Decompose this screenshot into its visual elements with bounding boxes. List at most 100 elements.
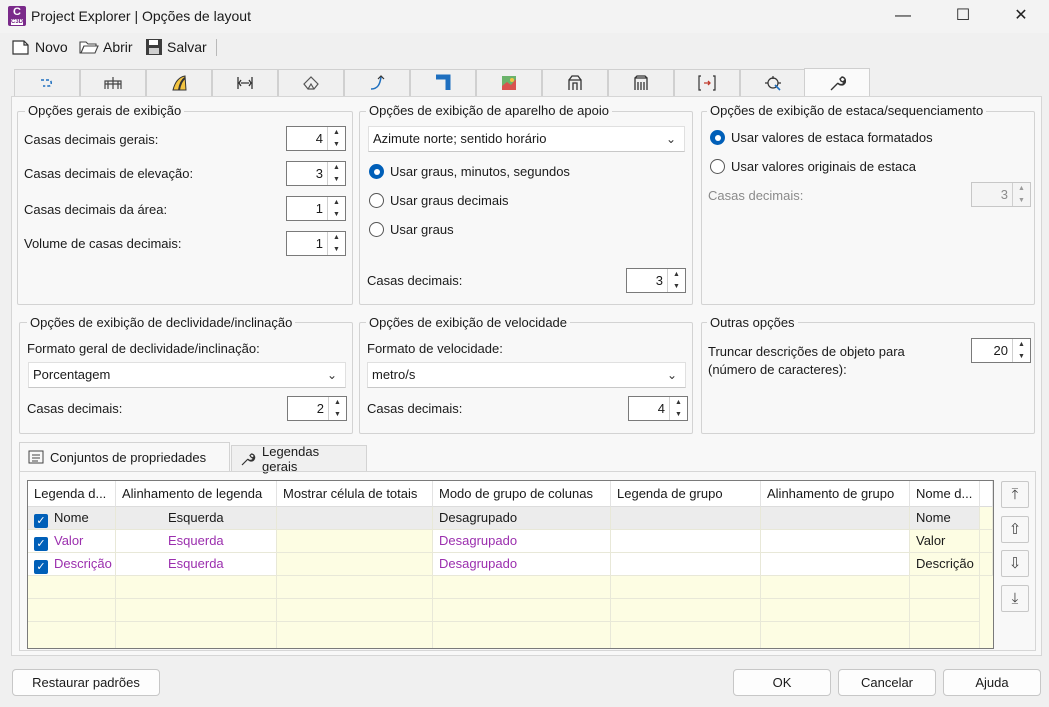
group-mode-cell[interactable]: Desagrupado (433, 530, 611, 553)
spin-up-icon[interactable]: ▲ (328, 197, 345, 209)
tab-structure-b[interactable] (608, 69, 674, 96)
group-alignment-cell[interactable] (761, 507, 910, 530)
radio-degrees[interactable]: Usar graus (369, 222, 454, 237)
column-header[interactable]: Legenda d... (28, 481, 116, 507)
minimize-button[interactable]: — (880, 0, 926, 33)
group-alignment-cell[interactable] (761, 530, 910, 553)
tab-road[interactable] (146, 69, 212, 96)
checkbox-checked-icon[interactable]: ✓ (34, 560, 48, 574)
tab-property-sets[interactable]: Conjuntos de propriedades (19, 442, 230, 471)
spinner-arrows[interactable]: ▲ ▼ (327, 197, 345, 220)
spin-up-icon[interactable]: ▲ (670, 397, 687, 409)
tab-curve[interactable] (344, 69, 410, 96)
alignment-cell[interactable]: Esquerda (116, 530, 277, 553)
truncate-spinner[interactable]: 20 ▲ ▼ (971, 338, 1031, 363)
spin-up-icon[interactable]: ▲ (668, 269, 685, 281)
radio-dms[interactable]: Usar graus, minutos, segundos (369, 164, 570, 179)
spin-up-icon[interactable]: ▲ (329, 397, 346, 409)
property-grid[interactable]: Legenda d... Alinhamento de legenda Most… (27, 480, 994, 649)
spinner-arrows[interactable]: ▲ ▼ (327, 232, 345, 255)
spinner-arrows[interactable]: ▲ ▼ (667, 269, 685, 292)
spinner-arrows[interactable]: ▲ ▼ (327, 162, 345, 185)
bearing-decimals-spinner[interactable]: 3 ▲ ▼ (626, 268, 686, 293)
checkbox-checked-icon[interactable]: ✓ (34, 537, 48, 551)
group-mode-cell[interactable]: Desagrupado (433, 553, 611, 576)
speed-format-dropdown[interactable]: metro/s ⌄ (367, 362, 686, 388)
tab-general-captions[interactable]: Legendas gerais (231, 444, 367, 474)
spin-up-icon[interactable]: ▲ (328, 232, 345, 244)
bearing-format-dropdown[interactable]: Azimute norte; sentido horário ⌄ (368, 126, 685, 152)
cancel-button[interactable]: Cancelar (838, 669, 936, 696)
area-decimals-spinner[interactable]: 1 ▲ ▼ (286, 196, 346, 221)
caption-cell[interactable]: ✓ Nome (28, 507, 116, 530)
spinner-arrows[interactable]: ▲ ▼ (669, 397, 687, 420)
column-header[interactable]: Mostrar célula de totais (277, 481, 433, 507)
new-button[interactable]: Novo (11, 37, 68, 57)
table-row[interactable]: ✓ Nome Esquerda Desagrupado Nome (28, 507, 993, 530)
spin-down-icon[interactable]: ▼ (328, 139, 345, 151)
column-header[interactable]: Nome d... (910, 481, 980, 507)
tab-structure-a[interactable] (542, 69, 608, 96)
radio-raw-station[interactable]: Usar valores originais de estaca (710, 159, 916, 174)
group-mode-cell[interactable]: Desagrupado (433, 507, 611, 530)
spin-up-icon[interactable]: ▲ (328, 127, 345, 139)
elevation-decimals-spinner[interactable]: 3 ▲ ▼ (286, 161, 346, 186)
general-decimals-spinner[interactable]: 4 ▲ ▼ (286, 126, 346, 151)
slope-format-dropdown[interactable]: Porcentagem ⌄ (28, 362, 346, 388)
table-row[interactable]: ✓ Valor Esquerda Desagrupado Valor (28, 530, 993, 553)
spin-down-icon[interactable]: ▼ (670, 409, 687, 421)
tab-general[interactable] (804, 68, 870, 97)
table-row[interactable]: ✓ Descrição Esquerda Desagrupado Descriçã… (28, 553, 993, 576)
caption-cell[interactable]: ✓ Valor (28, 530, 116, 553)
tab-surface[interactable] (278, 69, 344, 96)
spin-up-icon[interactable]: ▲ (328, 162, 345, 174)
save-button[interactable]: Salvar (145, 37, 207, 57)
speed-decimals-spinner[interactable]: 4 ▲ ▼ (628, 396, 688, 421)
totals-cell[interactable] (277, 553, 433, 576)
caption-cell[interactable]: ✓ Descrição (28, 553, 116, 576)
group-caption-cell[interactable] (611, 553, 761, 576)
spin-down-icon[interactable]: ▼ (668, 281, 685, 293)
alignment-cell[interactable]: Esquerda (116, 507, 277, 530)
spinner-arrows[interactable]: ▲ ▼ (327, 127, 345, 150)
checkbox-checked-icon[interactable]: ✓ (34, 514, 48, 528)
slope-decimals-spinner[interactable]: 2 ▲ ▼ (287, 396, 347, 421)
ok-button[interactable]: OK (733, 669, 831, 696)
tab-bridge[interactable] (80, 69, 146, 96)
spin-down-icon[interactable]: ▼ (329, 409, 346, 421)
totals-cell[interactable] (277, 530, 433, 553)
open-button[interactable]: Abrir (79, 37, 133, 57)
tab-map[interactable] (476, 69, 542, 96)
maximize-button[interactable]: ☐ (940, 0, 986, 33)
column-header[interactable]: Legenda de grupo (611, 481, 761, 507)
tab-corridor[interactable] (212, 69, 278, 96)
tab-alignment[interactable] (14, 69, 80, 96)
column-header[interactable]: Modo de grupo de colunas (433, 481, 611, 507)
column-header[interactable]: Alinhamento de grupo (761, 481, 910, 507)
spin-up-icon[interactable]: ▲ (1013, 339, 1030, 351)
tab-pipe[interactable] (410, 69, 476, 96)
totals-cell[interactable] (277, 507, 433, 530)
move-down-button[interactable]: ⇩ (1001, 550, 1029, 577)
column-header[interactable]: Alinhamento de legenda (116, 481, 277, 507)
help-button[interactable]: Ajuda (943, 669, 1041, 696)
spinner-arrows[interactable]: ▲ ▼ (1012, 339, 1030, 362)
tab-settings-target[interactable] (740, 69, 806, 96)
group-caption-cell[interactable] (611, 507, 761, 530)
group-alignment-cell[interactable] (761, 553, 910, 576)
restore-defaults-button[interactable]: Restaurar padrões (12, 669, 160, 696)
close-button[interactable]: ✕ (998, 0, 1044, 33)
radio-decimal-degrees[interactable]: Usar graus decimais (369, 193, 509, 208)
spin-down-icon[interactable]: ▼ (1013, 351, 1030, 363)
volume-decimals-spinner[interactable]: 1 ▲ ▼ (286, 231, 346, 256)
spin-down-icon[interactable]: ▼ (328, 174, 345, 186)
move-up-button[interactable]: ⇧ (1001, 516, 1029, 543)
group-caption-cell[interactable] (611, 530, 761, 553)
move-to-bottom-button[interactable]: ⤓ (1001, 585, 1029, 612)
spin-down-icon[interactable]: ▼ (328, 244, 345, 256)
spinner-arrows[interactable]: ▲ ▼ (328, 397, 346, 420)
radio-formatted-station[interactable]: Usar valores de estaca formatados (710, 130, 933, 145)
move-to-top-button[interactable]: ⤒ (1001, 481, 1029, 508)
spin-down-icon[interactable]: ▼ (328, 209, 345, 221)
alignment-cell[interactable]: Esquerda (116, 553, 277, 576)
